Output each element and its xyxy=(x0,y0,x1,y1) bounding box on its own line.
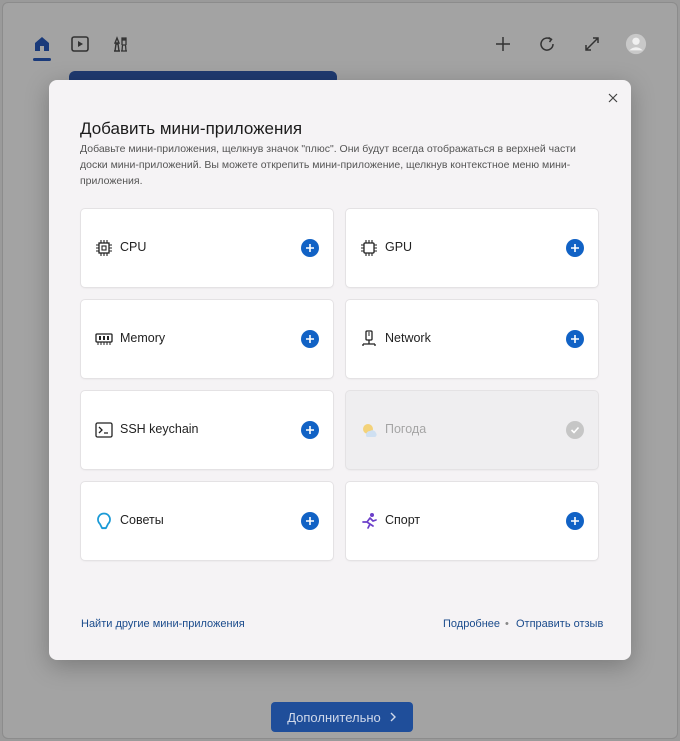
video-icon[interactable] xyxy=(69,33,91,55)
network-icon xyxy=(360,330,378,348)
send-feedback-link[interactable]: Отправить отзыв xyxy=(516,618,603,630)
widget-card-cpu[interactable]: CPU xyxy=(81,209,333,287)
plus-icon[interactable] xyxy=(492,33,514,55)
dialog-description: Добавьте мини-приложения, щелкнув значок… xyxy=(80,143,576,187)
widget-card-tips[interactable]: Советы xyxy=(81,482,333,560)
widget-label: Советы xyxy=(120,513,164,527)
add-gpu-button[interactable] xyxy=(566,239,584,257)
widget-card-network[interactable]: Network xyxy=(346,300,598,378)
separator-dot: • xyxy=(505,618,509,630)
more-button-label: Дополнительно xyxy=(287,709,381,725)
home-icon[interactable] xyxy=(31,33,53,55)
widget-label: Погода xyxy=(385,422,427,436)
widget-card-ssh-keychain[interactable]: SSH keychain xyxy=(81,391,333,469)
add-tips-button[interactable] xyxy=(301,512,319,530)
close-icon[interactable] xyxy=(605,90,621,106)
widget-label: CPU xyxy=(120,240,147,254)
widget-card-gpu[interactable]: GPU xyxy=(346,209,598,287)
widget-label: Спорт xyxy=(385,513,421,527)
add-cpu-button[interactable] xyxy=(301,239,319,257)
find-more-widgets-link[interactable]: Найти другие мини-приложения xyxy=(81,618,245,630)
add-memory-button[interactable] xyxy=(301,330,319,348)
gpu-chip-icon xyxy=(360,239,378,257)
dialog-title: Добавить мини-приложения xyxy=(80,119,303,138)
check-icon xyxy=(566,421,584,439)
add-network-button[interactable] xyxy=(566,330,584,348)
widget-label: Memory xyxy=(120,331,166,345)
widget-card-weather: Погода xyxy=(346,391,598,469)
add-ssh-keychain-button[interactable] xyxy=(301,421,319,439)
home-tab-indicator xyxy=(33,58,51,61)
refresh-icon[interactable] xyxy=(536,33,558,55)
add-widgets-dialog: Добавить мини-приложения Добавьте мини-п… xyxy=(49,80,631,660)
chevron-right-icon xyxy=(389,710,397,725)
add-sport-button[interactable] xyxy=(566,512,584,530)
more-button[interactable]: Дополнительно xyxy=(271,702,413,732)
widget-card-sport[interactable]: Спорт xyxy=(346,482,598,560)
user-avatar-icon[interactable] xyxy=(625,33,647,55)
widget-label: Network xyxy=(385,331,431,345)
memory-icon xyxy=(95,330,113,348)
tips-icon xyxy=(95,512,113,530)
weather-icon xyxy=(360,421,378,439)
widget-label: SSH keychain xyxy=(120,422,199,436)
terminal-icon xyxy=(95,421,113,439)
learn-more-link[interactable]: Подробнее xyxy=(443,618,500,630)
widget-card-memory[interactable]: Memory xyxy=(81,300,333,378)
cpu-icon xyxy=(95,239,113,257)
expand-icon[interactable] xyxy=(581,33,603,55)
widget-label: GPU xyxy=(385,240,413,254)
sport-icon xyxy=(360,512,378,530)
chess-icon[interactable] xyxy=(109,33,131,55)
